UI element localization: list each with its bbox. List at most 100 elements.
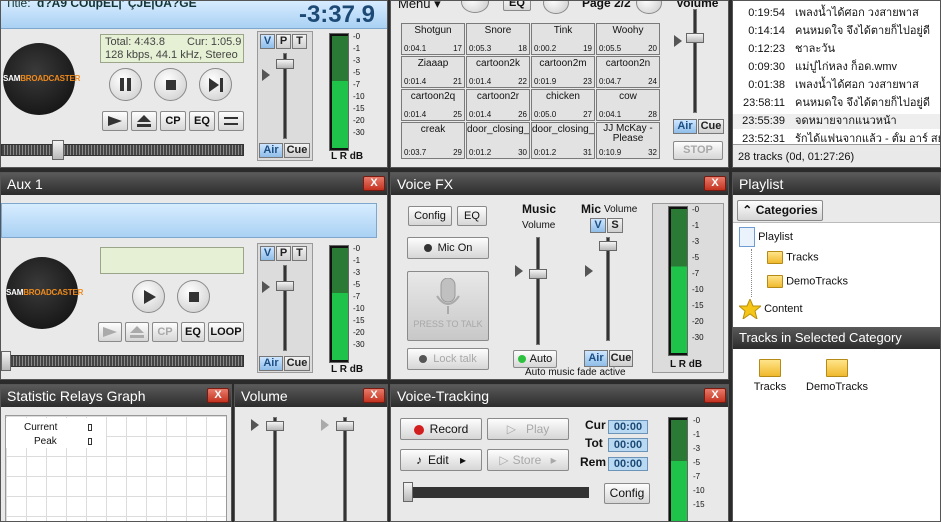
vt-position-handle[interactable]: [403, 482, 413, 502]
aux1-cue-toggle[interactable]: Cue: [284, 356, 310, 371]
deck-a-volume-knob[interactable]: [276, 59, 294, 69]
aux1-close-button[interactable]: X: [363, 176, 385, 191]
aux1-stop-button[interactable]: [177, 280, 210, 313]
history-row[interactable]: 23:58:11 คนหมดใจ จึงได้ตายก็ไปอยู่ดี: [733, 96, 940, 111]
deck-a-air-toggle[interactable]: Air: [259, 143, 283, 158]
history-row[interactable]: 23:55:39 จดหมายจากแนวหน้า: [733, 114, 940, 129]
pan-arrow-icon[interactable]: [251, 419, 259, 431]
deck-a-seek-bar[interactable]: [1, 144, 244, 156]
history-row[interactable]: 0:19:54 เพลงน้ำได้ศอก วงสายพาส: [733, 6, 940, 21]
cart-next-page-button[interactable]: [636, 1, 662, 14]
voicefx-eq-button[interactable]: EQ: [457, 206, 487, 226]
cart-cell[interactable]: Tink 0:00.2 19: [531, 23, 595, 55]
pan-arrow-icon[interactable]: [262, 69, 270, 81]
cart-cell[interactable]: cartoon2m 0:01.9 23: [531, 56, 595, 88]
cart-cell[interactable]: cartoon2k 0:01.4 22: [466, 56, 530, 88]
cart-cell[interactable]: cartoon2q 0:01.4 25: [401, 89, 465, 121]
cart-cell[interactable]: chicken 0:05.0 27: [531, 89, 595, 121]
aux1-seek-bar[interactable]: [1, 355, 244, 367]
cart-settings-button[interactable]: [461, 1, 489, 13]
deck-a-pause-button[interactable]: [109, 68, 142, 101]
history-row[interactable]: 0:09:30 แม่ปูไก่หลง ก็อด.wmv: [733, 60, 940, 75]
volume-fader-1-knob[interactable]: [266, 421, 284, 431]
vt-play-button[interactable]: ▷ Play: [487, 418, 569, 440]
aux1-cp-button[interactable]: CP: [152, 322, 178, 342]
tree-item-tracks[interactable]: Tracks: [767, 251, 819, 273]
aux1-seek-handle[interactable]: [1, 351, 11, 371]
aux1-p-toggle[interactable]: P: [276, 246, 291, 261]
aux1-volume-knob[interactable]: [276, 281, 294, 291]
voicefx-lock-talk-button[interactable]: Lock talk: [407, 348, 489, 370]
cart-cell[interactable]: cartoon2r 0:01.4 26: [466, 89, 530, 121]
cart-air-toggle[interactable]: Air: [673, 119, 697, 134]
cart-stop-button[interactable]: STOP: [673, 141, 723, 160]
pan-arrow-icon[interactable]: [262, 281, 270, 293]
aux1-play-button[interactable]: [132, 280, 165, 313]
deck-a-next-button[interactable]: [199, 68, 232, 101]
cart-cell[interactable]: cow 0:04.1 28: [596, 89, 660, 121]
cart-cue-toggle[interactable]: Cue: [698, 119, 724, 134]
deck-a-cue-toggle[interactable]: Cue: [284, 143, 310, 158]
category-folder-tracks[interactable]: Tracks: [753, 359, 787, 393]
pan-arrow-icon[interactable]: [515, 265, 523, 277]
pan-arrow-icon[interactable]: [585, 265, 593, 277]
category-folder-demotracks[interactable]: DemoTracks: [805, 359, 869, 393]
volume-close-button[interactable]: X: [363, 388, 385, 403]
voicefx-press-to-talk-button[interactable]: PRESS TO TALK: [407, 271, 489, 341]
voicefx-air-toggle[interactable]: Air: [584, 350, 608, 367]
history-row[interactable]: 0:01:38 เพลงน้ำได้ศอก วงสายพาส: [733, 78, 940, 93]
voicefx-music-fader-knob[interactable]: [529, 269, 547, 279]
cart-cell[interactable]: cartoon2n 0:04.7 24: [596, 56, 660, 88]
record-button[interactable]: Record: [400, 418, 482, 440]
cart-menu-button[interactable]: Menu ▾: [398, 1, 441, 12]
cart-cell[interactable]: Snore 0:05.3 18: [466, 23, 530, 55]
vt-store-button[interactable]: ▷ Store ▸: [487, 449, 569, 471]
volume-fader-2-knob[interactable]: [336, 421, 354, 431]
tree-item-demotracks[interactable]: DemoTracks: [767, 275, 848, 297]
tree-item-content[interactable]: Content: [737, 297, 803, 321]
history-row[interactable]: 0:14:14 คนหมดใจ จึงได้ตายก็ไปอยู่ดี: [733, 24, 940, 39]
cart-prev-page-button[interactable]: [543, 1, 569, 14]
cart-volume-knob[interactable]: [686, 33, 704, 43]
aux1-air-toggle[interactable]: Air: [259, 356, 283, 371]
deck-a-seek-handle[interactable]: [52, 140, 64, 160]
voicefx-s-toggle[interactable]: S: [607, 218, 623, 233]
deck-a-cp-button[interactable]: CP: [160, 111, 186, 131]
deck-a-p-toggle[interactable]: P: [276, 34, 291, 49]
history-row[interactable]: 0:12:23 ชาละวัน: [733, 42, 940, 57]
cart-cell[interactable]: Woohy 0:05.5 20: [596, 23, 660, 55]
voicefx-auto-button[interactable]: Auto: [513, 350, 557, 368]
deck-a-menu-button[interactable]: [218, 111, 244, 131]
deck-a-eq-button[interactable]: EQ: [189, 111, 215, 131]
cart-cell[interactable]: door_closing_3 0:01.2 31: [531, 122, 595, 159]
vt-edit-button[interactable]: ♪ Edit ▸: [400, 449, 482, 471]
aux1-eject-button[interactable]: [125, 322, 149, 342]
deck-a-v-toggle[interactable]: V: [260, 34, 275, 49]
aux1-t-toggle[interactable]: T: [292, 246, 307, 261]
voicefx-v-toggle[interactable]: V: [590, 218, 606, 233]
voicefx-close-button[interactable]: X: [704, 176, 726, 191]
deck-a-t-toggle[interactable]: T: [292, 34, 307, 49]
cart-cell[interactable]: creak 0:03.7 29: [401, 122, 465, 159]
vt-config-button[interactable]: Config: [604, 483, 650, 504]
voicefx-cue-toggle[interactable]: Cue: [609, 350, 633, 367]
aux1-loop-button[interactable]: LOOP: [208, 322, 244, 342]
cart-cell[interactable]: door_closing_2 0:01.2 30: [466, 122, 530, 159]
categories-button[interactable]: ⌃ Categories: [737, 200, 823, 221]
deck-a-stop-button[interactable]: [154, 68, 187, 101]
deck-a-cue-point-button[interactable]: [102, 111, 128, 131]
voicefx-mic-on-button[interactable]: Mic On: [407, 237, 489, 259]
deck-a-eject-button[interactable]: [131, 111, 157, 131]
voicefx-config-button[interactable]: Config: [408, 206, 452, 226]
cart-cell[interactable]: Ziaaap 0:01.4 21: [401, 56, 465, 88]
aux1-cue-point-button[interactable]: [98, 322, 122, 342]
aux1-eq-button[interactable]: EQ: [181, 322, 205, 342]
vt-position-bar[interactable]: [403, 487, 589, 498]
cart-cell[interactable]: JJ McKay - Please 0:10.9 32: [596, 122, 660, 159]
voicetracking-close-button[interactable]: X: [704, 388, 726, 403]
relays-close-button[interactable]: X: [207, 388, 229, 403]
history-row[interactable]: 23:52:31รักได้แฟนจากแล้ว - ตั้ม อาร์ สยา…: [733, 132, 940, 142]
aux1-v-toggle[interactable]: V: [260, 246, 275, 261]
cart-eq-button[interactable]: EQ: [503, 1, 531, 11]
tree-item-playlist[interactable]: Playlist: [739, 227, 793, 249]
